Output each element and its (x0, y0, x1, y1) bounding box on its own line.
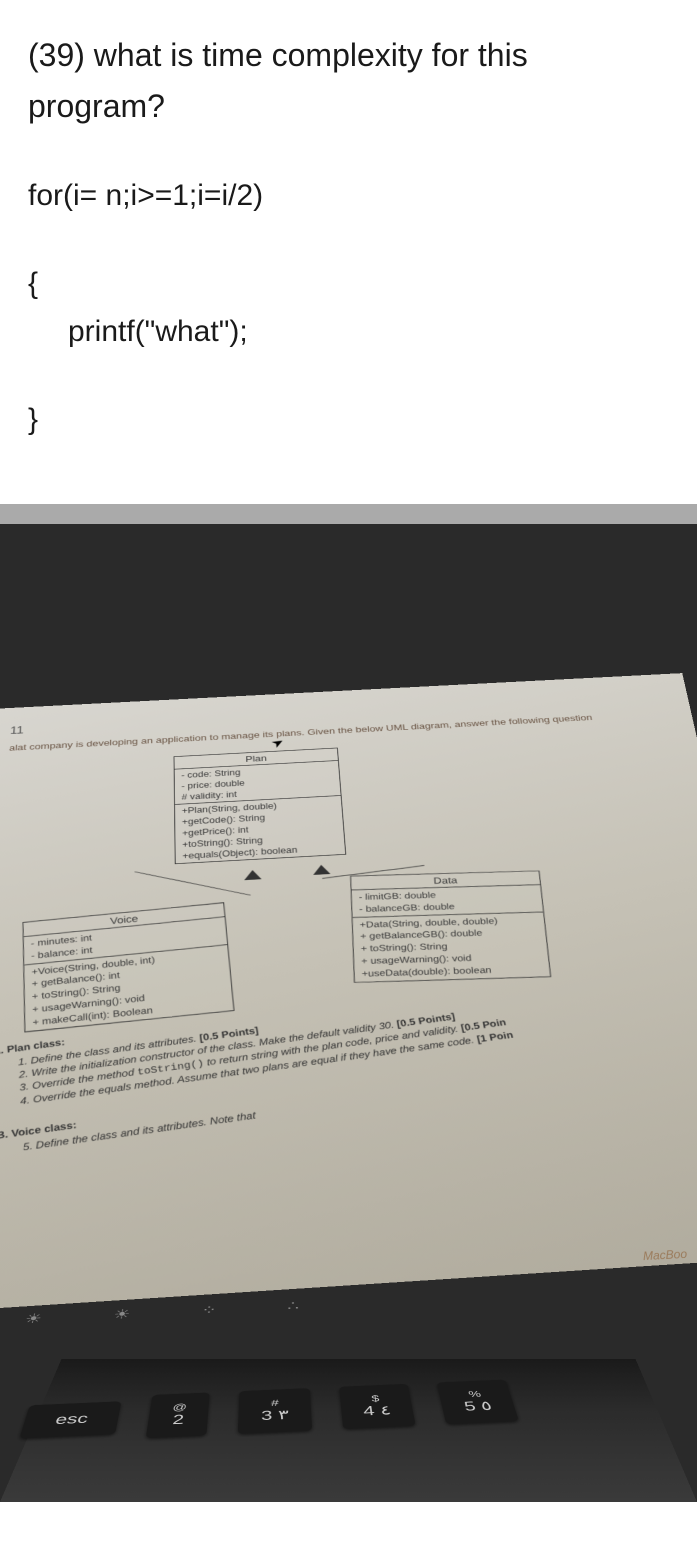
photo-laptop-question: 11 alat company is developing an applica… (0, 524, 697, 1502)
macbook-label: MacBoo (643, 1247, 688, 1263)
blank-line (28, 220, 669, 260)
code-close-brace: } (28, 396, 669, 444)
key-2: @2 (146, 1393, 210, 1438)
key-3: #3 ٣ (238, 1389, 312, 1435)
brightness-up-icon: ☀ (112, 1307, 131, 1323)
inheritance-arrow-icon (244, 870, 262, 881)
key-4-number: 4 (362, 1404, 375, 1419)
code-for-line: for(i= n;i>=1;i=i/2) (28, 172, 669, 220)
keyboard-light-icon: ∴ (287, 1299, 299, 1314)
keyboard-light-icon: ⁘ (201, 1303, 217, 1319)
key-3-number: 3 (261, 1409, 272, 1424)
uml-class-data: Data - limitGB: double - balanceGB: doub… (350, 871, 551, 983)
laptop-screen: 11 alat company is developing an applica… (0, 674, 697, 1314)
key-esc-label: esc (54, 1412, 90, 1428)
task-a4-points: [1 Poin (476, 1029, 515, 1045)
brightness-down-icon: ☀︎ (23, 1311, 43, 1327)
blank-line (28, 356, 669, 396)
uml-line (135, 872, 251, 896)
code-open-brace: { (28, 260, 669, 308)
key-esc: esc (19, 1402, 121, 1439)
key-5-arabic: ٥ (479, 1399, 494, 1414)
code-printf: printf("what"); (28, 308, 669, 356)
uml-plan-ops: +Plan(String, double) +getCode(): String… (175, 796, 345, 864)
key-2-number: 2 (172, 1413, 185, 1428)
question-39-title: (39) what is time complexity for this pr… (28, 30, 669, 132)
key-3-arabic: ٣ (278, 1408, 289, 1423)
key-5: %5 ٥ (437, 1380, 519, 1424)
key-5-number: 5 (463, 1400, 478, 1415)
uml-class-voice: Voice - minutes: int - balance: int +Voi… (23, 903, 235, 1033)
uml-class-plan: Plan - code: String - price: double # va… (174, 748, 347, 865)
divider (0, 504, 697, 524)
key-4: $4 ٤ (339, 1384, 416, 1429)
inheritance-arrow-icon (313, 865, 331, 876)
key-4-arabic: ٤ (379, 1403, 392, 1418)
uml-data-ops: +Data(String, double, double) + getBalan… (353, 912, 551, 982)
question-39-block: (39) what is time complexity for this pr… (0, 0, 697, 504)
